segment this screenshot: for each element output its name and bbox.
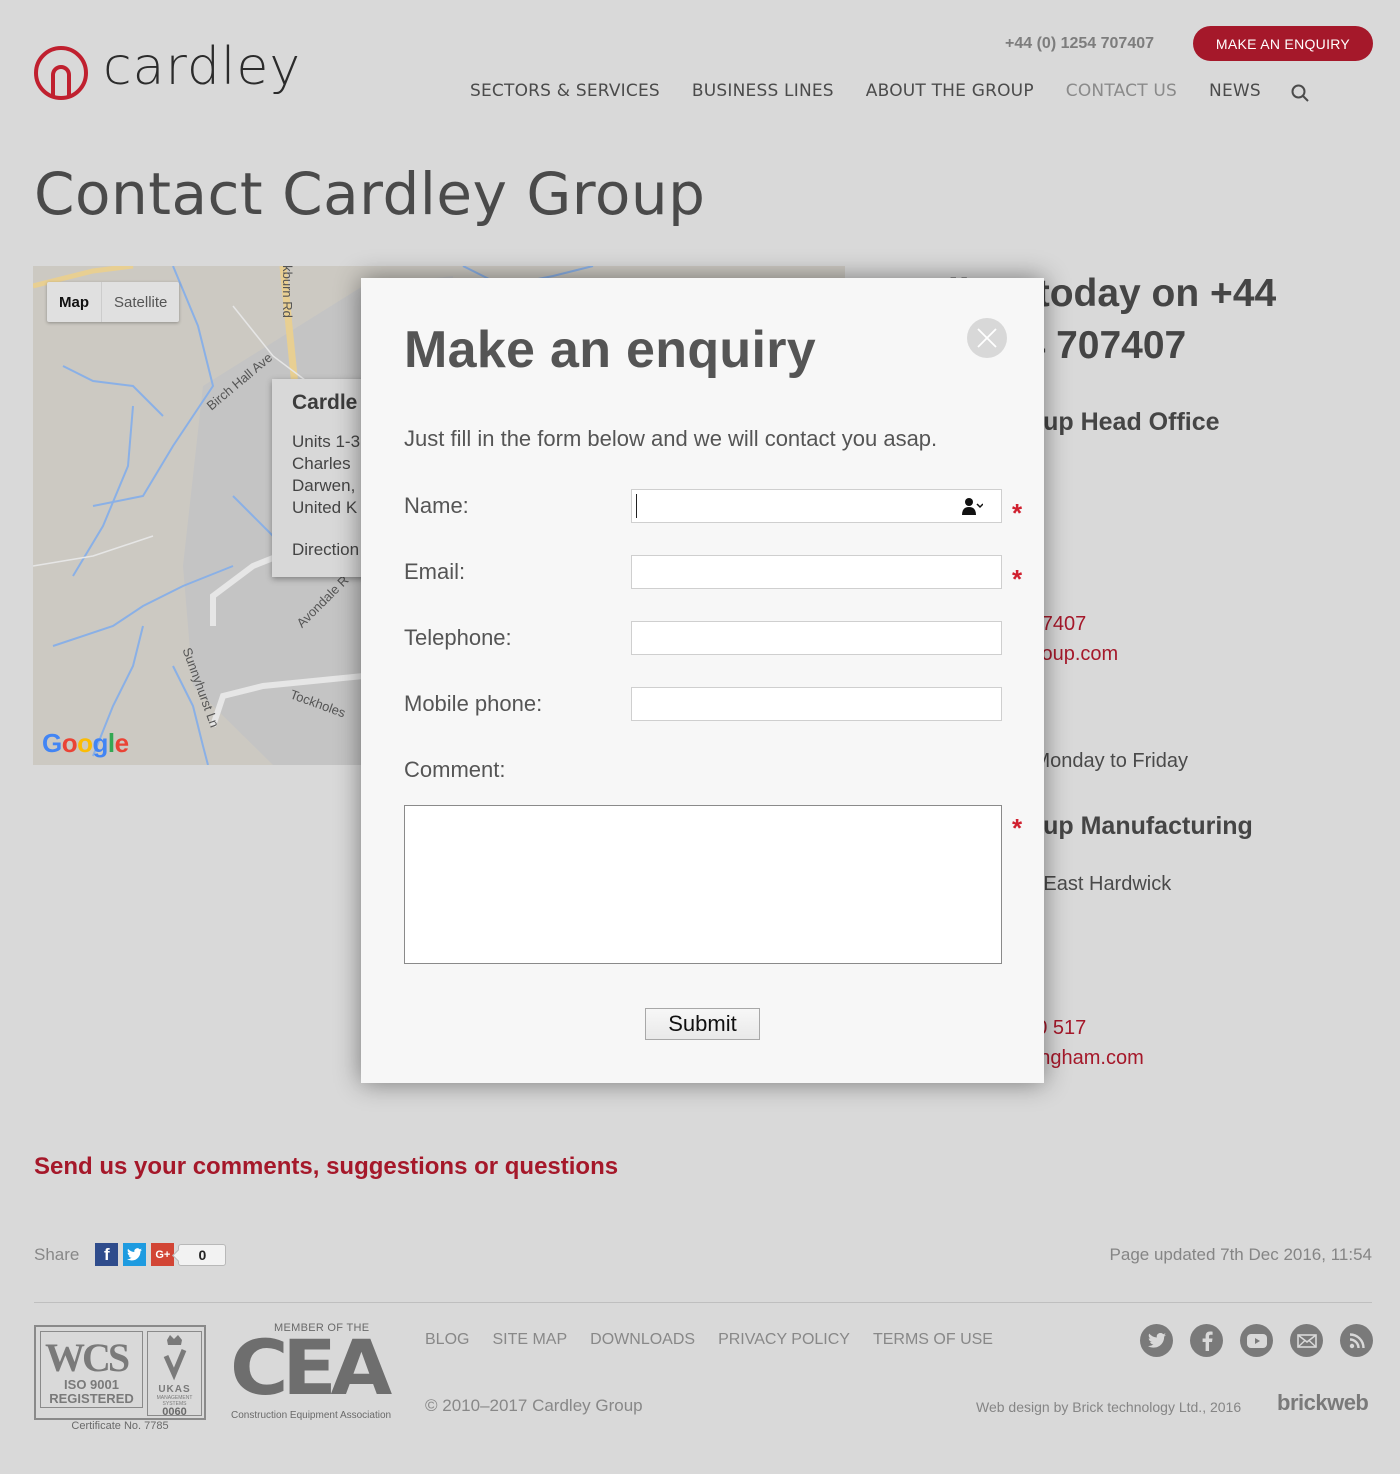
share-bar: Share f G+ 0: [34, 1243, 227, 1266]
make-enquiry-button[interactable]: MAKE AN ENQUIRY: [1193, 26, 1373, 61]
google-logo: Google: [42, 728, 129, 758]
map-type-map[interactable]: Map: [47, 282, 102, 322]
nav-business-lines[interactable]: BUSINESS LINES: [692, 81, 834, 101]
ukas-number: 0060: [162, 1406, 187, 1418]
close-button[interactable]: [967, 318, 1007, 358]
mobile-phone-label: Mobile phone:: [404, 691, 543, 716]
footer-divider: [34, 1302, 1372, 1303]
search-icon[interactable]: [1291, 84, 1309, 102]
enquiry-modal: Make an enquiry Just fill in the form be…: [361, 278, 1044, 1083]
ukas-badge: UKAS MANAGEMENT SYSTEMS: [147, 1331, 202, 1416]
feedback-link[interactable]: Send us your comments, suggestions or qu…: [34, 1153, 618, 1181]
close-icon: [977, 328, 997, 348]
logo-wordmark: cardley: [103, 37, 302, 97]
mobile-phone-input[interactable]: [631, 687, 1002, 721]
email-icon[interactable]: [1290, 1324, 1323, 1357]
comment-label: Comment:: [404, 757, 506, 782]
crown-check-icon: [163, 1335, 187, 1381]
nav-about-the-group[interactable]: ABOUT THE GROUP: [866, 81, 1034, 101]
required-marker: *: [1012, 813, 1023, 843]
footer-nav: BLOG SITE MAP DOWNLOADS PRIVACY POLICY T…: [425, 1331, 1016, 1349]
iso-registered: REGISTERED: [49, 1391, 134, 1406]
required-marker: *: [1012, 498, 1023, 528]
iso-text: ISO 9001 REGISTERED: [41, 1378, 142, 1406]
googleplus-share-icon[interactable]: G+: [151, 1243, 175, 1266]
certificate-number: Certificate No. 7785: [71, 1420, 169, 1432]
nav-contact-us[interactable]: CONTACT US: [1066, 81, 1177, 101]
rss-icon[interactable]: [1340, 1324, 1373, 1357]
facebook-icon[interactable]: [1190, 1324, 1223, 1357]
twitter-share-icon[interactable]: [123, 1243, 147, 1266]
twitter-icon[interactable]: [1140, 1324, 1173, 1357]
brickweb-logo[interactable]: brickweb: [1277, 1390, 1369, 1416]
wcs-logo: WCS: [45, 1335, 130, 1380]
modal-title: Make an enquiry: [404, 321, 816, 379]
share-count: 0: [178, 1243, 227, 1266]
ukas-text: UKAS: [158, 1384, 191, 1395]
telephone-label: Telephone:: [404, 625, 512, 650]
footer-link-terms-of-use[interactable]: TERMS OF USE: [873, 1331, 993, 1349]
text-cursor: [636, 494, 637, 518]
nav-news[interactable]: NEWS: [1209, 81, 1261, 101]
copyright: © 2010–2017 Cardley Group: [425, 1396, 643, 1415]
modal-intro: Just fill in the form below and we will …: [404, 426, 938, 451]
iso-certificate-badge: WCS ISO 9001 REGISTERED UKAS MANAGEMENT …: [34, 1325, 206, 1420]
wcs-badge: WCS ISO 9001 REGISTERED: [40, 1331, 143, 1408]
page-title: Contact Cardley Group: [34, 160, 706, 228]
web-design-credit[interactable]: Web design by Brick technology Ltd., 201…: [976, 1399, 1241, 1415]
cea-subtitle: Construction Equipment Association: [231, 1410, 392, 1421]
youtube-icon[interactable]: [1240, 1324, 1273, 1357]
footer-link-downloads[interactable]: DOWNLOADS: [590, 1331, 695, 1349]
page-updated: Page updated 7th Dec 2016, 11:54: [1109, 1245, 1372, 1264]
share-label: Share: [34, 1244, 80, 1264]
email-input[interactable]: [631, 555, 1002, 589]
map-label-road: kburn Rd: [279, 266, 295, 318]
autofill-contact-icon[interactable]: [961, 497, 983, 515]
main-nav: SECTORS & SERVICES BUSINESS LINES ABOUT …: [470, 81, 1309, 102]
email-label: Email:: [404, 559, 466, 584]
required-marker: *: [1012, 564, 1023, 594]
map-type-satellite[interactable]: Satellite: [102, 282, 179, 322]
map-type-toggle: Map Satellite: [47, 282, 180, 322]
nav-sectors-services[interactable]: SECTORS & SERVICES: [470, 81, 660, 101]
footer-link-blog[interactable]: BLOG: [425, 1331, 469, 1349]
iso-number: ISO 9001: [64, 1377, 119, 1392]
telephone-input[interactable]: [631, 621, 1002, 655]
cardley-logo[interactable]: cardley: [33, 40, 301, 106]
name-input[interactable]: [631, 489, 1002, 523]
cardley-logo-mark-icon: [34, 46, 88, 100]
facebook-share-icon[interactable]: f: [95, 1243, 119, 1266]
comment-textarea[interactable]: [404, 805, 1002, 964]
name-label: Name:: [404, 493, 469, 518]
cea-logo: CEA: [230, 1323, 392, 1412]
footer-link-privacy-policy[interactable]: PRIVACY POLICY: [718, 1331, 850, 1349]
header-phone[interactable]: +44 (0) 1254 707407: [1005, 35, 1154, 53]
submit-button[interactable]: Submit: [645, 1008, 760, 1040]
social-links: [1140, 1324, 1390, 1357]
footer-link-site-map[interactable]: SITE MAP: [492, 1331, 567, 1349]
